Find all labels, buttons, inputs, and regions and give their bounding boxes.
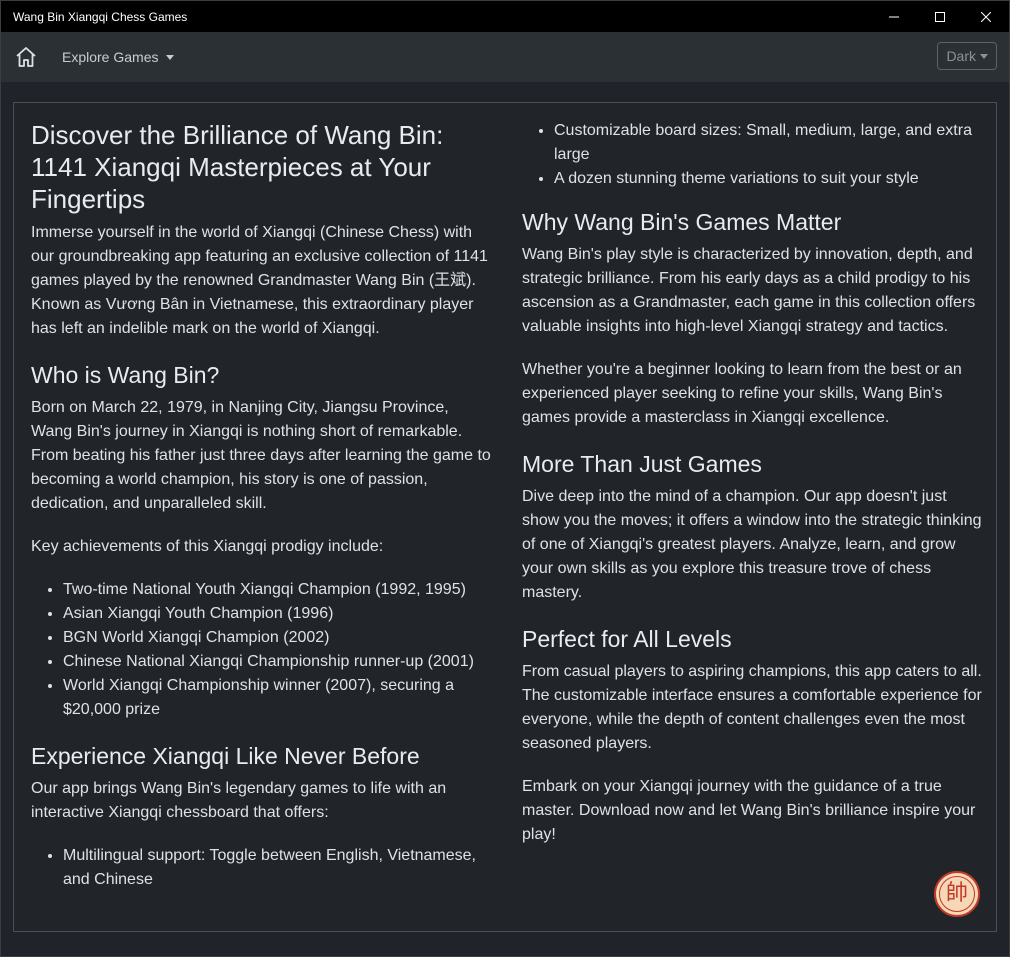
close-button[interactable] bbox=[963, 1, 1009, 32]
navbar: Explore Games Dark bbox=[1, 32, 1009, 82]
chevron-down-icon bbox=[166, 54, 175, 60]
achievements-intro: Key achievements of this Xiangqi prodigy… bbox=[31, 538, 384, 555]
intro-paragraph: Immerse yourself in the world of Xiangqi… bbox=[31, 224, 488, 337]
more-heading: More Than Just Games bbox=[522, 451, 762, 477]
experience-heading: Experience Xiangqi Like Never Before bbox=[31, 743, 420, 769]
list-item: Multilingual support: Toggle between Eng… bbox=[63, 844, 491, 892]
list-item: Two-time National Youth Xiangqi Champion… bbox=[63, 578, 491, 602]
close-icon bbox=[981, 11, 991, 22]
why-paragraph-2: Whether you're a beginner looking to lea… bbox=[522, 361, 962, 426]
explore-games-label: Explore Games bbox=[62, 49, 159, 65]
emblem-inner-ring: 帥 bbox=[939, 876, 975, 912]
window-title: Wang Bin Xiangqi Chess Games bbox=[13, 9, 188, 24]
emblem-glyph: 帥 bbox=[945, 881, 968, 906]
levels-heading: Perfect for All Levels bbox=[522, 626, 732, 652]
window-controls bbox=[871, 1, 1009, 32]
list-item: Asian Xiangqi Youth Champion (1996) bbox=[63, 602, 491, 626]
minimize-button[interactable] bbox=[871, 1, 917, 32]
right-column: Customizable board sizes: Small, medium,… bbox=[522, 103, 982, 866]
minimize-icon bbox=[889, 16, 899, 17]
content-card: Discover the Brilliance of Wang Bin: 114… bbox=[13, 102, 997, 932]
features-list: Multilingual support: Toggle between Eng… bbox=[31, 844, 491, 892]
experience-paragraph: Our app brings Wang Bin's legendary game… bbox=[31, 780, 447, 821]
xiangqi-general-piece-icon[interactable]: 帥 bbox=[934, 871, 980, 917]
title-bar: Wang Bin Xiangqi Chess Games bbox=[1, 1, 1009, 32]
left-column: Discover the Brilliance of Wang Bin: 114… bbox=[31, 103, 491, 911]
maximize-icon bbox=[935, 11, 945, 22]
list-item: Chinese National Xiangqi Championship ru… bbox=[63, 650, 491, 674]
list-item: BGN World Xiangqi Champion (2002) bbox=[63, 626, 491, 650]
closing-paragraph: Embark on your Xiangqi journey with the … bbox=[522, 778, 976, 843]
chevron-down-icon bbox=[980, 53, 988, 59]
who-heading: Who is Wang Bin? bbox=[31, 362, 220, 388]
app-window: Wang Bin Xiangqi Chess Games Explore Gam… bbox=[0, 0, 1010, 957]
theme-dropdown-button[interactable]: Dark bbox=[937, 42, 997, 70]
home-icon bbox=[16, 47, 36, 67]
list-item: Customizable board sizes: Small, medium,… bbox=[554, 119, 982, 167]
why-heading: Why Wang Bin's Games Matter bbox=[522, 209, 842, 235]
more-paragraph: Dive deep into the mind of a champion. O… bbox=[522, 488, 982, 601]
features-list-continued: Customizable board sizes: Small, medium,… bbox=[522, 119, 982, 191]
page-title: Discover the Brilliance of Wang Bin: 114… bbox=[31, 120, 444, 214]
explore-games-dropdown[interactable]: Explore Games bbox=[62, 49, 175, 65]
why-paragraph-1: Wang Bin's play style is characterized b… bbox=[522, 246, 976, 335]
list-item: World Xiangqi Championship winner (2007)… bbox=[63, 674, 491, 722]
maximize-button[interactable] bbox=[917, 1, 963, 32]
home-button[interactable] bbox=[14, 45, 38, 69]
list-item: A dozen stunning theme variations to sui… bbox=[554, 167, 982, 191]
theme-label: Dark bbox=[946, 48, 976, 64]
who-paragraph: Born on March 22, 1979, in Nanjing City,… bbox=[31, 399, 491, 512]
levels-paragraph: From casual players to aspiring champion… bbox=[522, 663, 982, 752]
achievements-list: Two-time National Youth Xiangqi Champion… bbox=[31, 578, 491, 722]
